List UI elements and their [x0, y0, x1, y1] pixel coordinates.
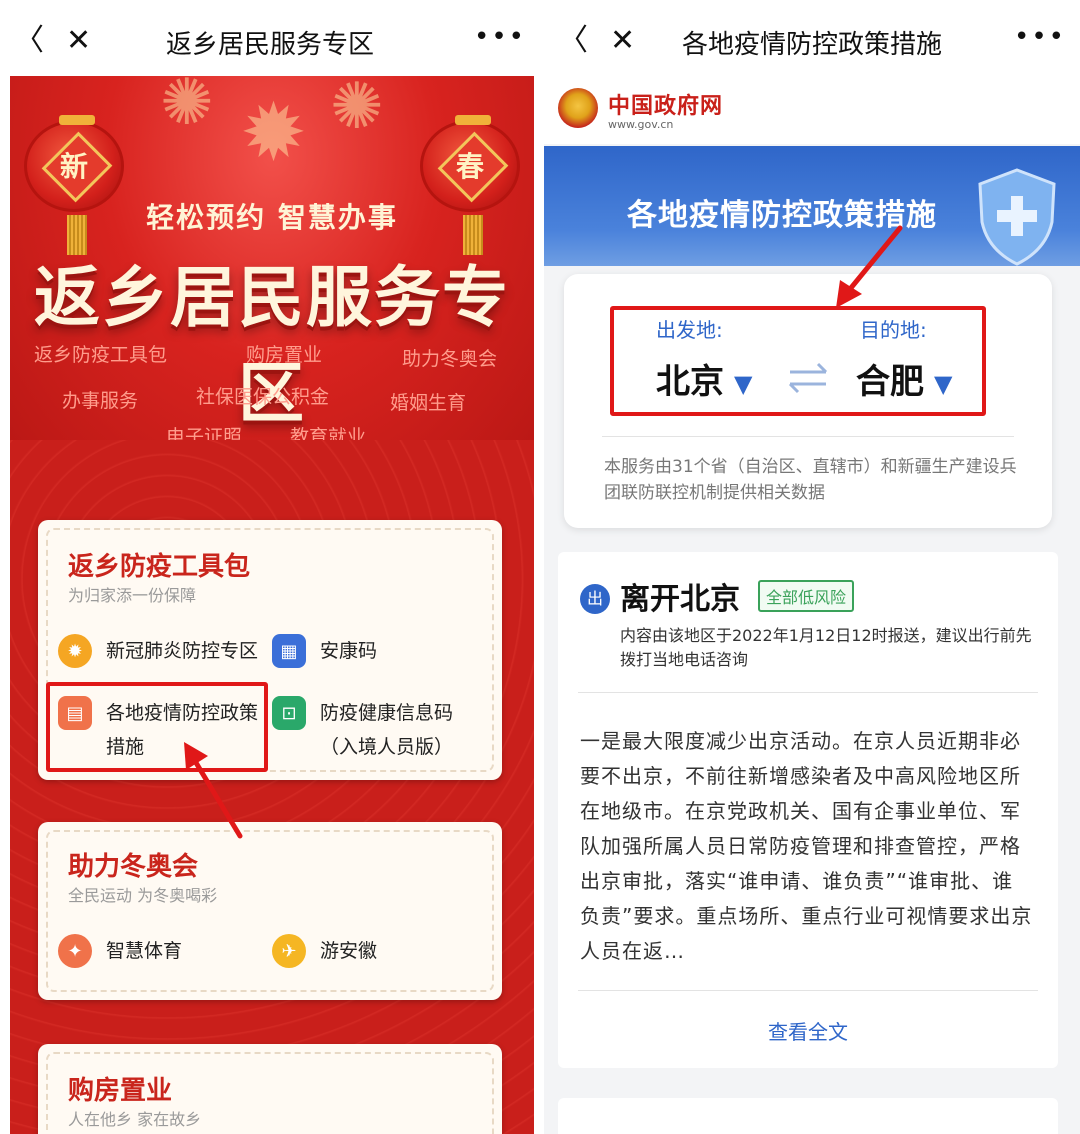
next-info-card [558, 1098, 1058, 1134]
card-subtitle: 为归家添一份保障 [68, 586, 197, 605]
shield-icon [978, 168, 1056, 266]
departure-badge: 出 [580, 584, 610, 614]
gov-site-url: www.gov.cn [608, 118, 674, 131]
firework-decoration-icon: ✹ [240, 86, 308, 179]
tool-label-line2: （入境人员版） [320, 736, 454, 758]
category-link[interactable]: 婚姻生育 [390, 388, 466, 415]
scan-icon: ⊡ [272, 696, 306, 730]
close-icon[interactable]: ✕ [610, 24, 644, 58]
tool-smart-sports[interactable]: ✦ 智慧体育 [58, 934, 182, 968]
more-options-icon[interactable]: ••• [1014, 22, 1066, 52]
divider [602, 436, 1014, 437]
close-icon[interactable]: ✕ [66, 24, 100, 58]
plane-icon: ✈ [272, 934, 306, 968]
left-nav-bar: 〈 ✕ 返乡居民服务专区 ••• [0, 0, 540, 78]
hero-title: 各地疫情防控政策措施 [627, 198, 937, 233]
tool-label: 新冠肺炎防控专区 [106, 640, 259, 662]
back-icon[interactable]: 〈 [14, 24, 48, 58]
card-title: 购房置业 [68, 1076, 173, 1106]
tool-label: 防疫健康信息码 [320, 702, 454, 724]
tool-ankang-code[interactable]: ▦ 安康码 [272, 634, 377, 668]
gear-icon: ✹ [58, 634, 92, 668]
firework-decoration-icon: ✺ [160, 76, 214, 140]
page-title: 各地疫情防控政策措施 [681, 30, 942, 60]
lantern-right-text: 春 [455, 150, 484, 183]
category-link[interactable]: 办事服务 [62, 386, 138, 413]
annotation-arrow-icon [184, 742, 243, 839]
report-note: 内容由该地区于2022年1月12日12时报送，建议出行前先拨打当地电话咨询 [620, 626, 1032, 669]
category-link[interactable]: 社保医保公积金 [196, 382, 329, 409]
tool-label: 智慧体育 [106, 940, 183, 962]
winter-olympics-card: 助力冬奥会 全民运动 为冬奥喝彩 ✦ 智慧体育 ✈ 游安徽 [38, 822, 502, 1000]
category-link[interactable]: 助力冬奥会 [402, 344, 497, 371]
tool-tour-anhui[interactable]: ✈ 游安徽 [272, 934, 377, 968]
card-title: 返乡防疫工具包 [68, 552, 251, 582]
card-subtitle: 人在他乡 家在故乡 [68, 1110, 202, 1129]
back-icon[interactable]: 〈 [558, 24, 592, 58]
right-phone-screen: 〈 ✕ 各地疫情防控政策措施 ••• 中国政府网 www.gov.cn 各地疫情… [544, 0, 1080, 1134]
annotation-arrow-icon [836, 225, 903, 308]
policy-body-text: 一是最大限度减少出京活动。在京人员近期非必要不出京，不前往新增感染者及中高风险地… [580, 729, 1033, 963]
divider [578, 990, 1038, 991]
departure-title: 离开北京 [620, 582, 740, 617]
card-subtitle: 全民运动 为冬奥喝彩 [68, 886, 218, 905]
page-title: 返乡居民服务专区 [165, 30, 374, 60]
gov-site-name[interactable]: 中国政府网 [608, 88, 723, 120]
risk-level-badge: 全部低风险 [758, 580, 855, 612]
highlight-box [610, 306, 986, 416]
service-banner: ✺ ✹ ✺ 新 春 轻松预约 智慧办事 返乡居民服务专区 返乡防疫工具包 购房置… [10, 76, 534, 476]
banner-slogan: 轻松预约 智慧办事 [146, 201, 398, 234]
firework-decoration-icon: ✺ [330, 76, 384, 144]
data-source-note: 本服务由31个省（自治区、直辖市）和新疆生产建设兵团联防联控机制提供相关数据 [604, 457, 1017, 503]
card-title: 助力冬奥会 [68, 852, 199, 882]
gov-header: 中国政府网 www.gov.cn [544, 78, 1080, 144]
divider [578, 692, 1038, 693]
right-nav-bar: 〈 ✕ 各地疫情防控政策措施 ••• [544, 0, 1080, 78]
policy-info-card: 出 离开北京 全部低风险 内容由该地区于2022年1月12日12时报送，建议出行… [558, 552, 1058, 1068]
category-link[interactable]: 购房置业 [246, 340, 322, 367]
policy-hero: 各地疫情防控政策措施 [544, 146, 1080, 266]
tool-label: 安康码 [320, 640, 378, 662]
qr-code-icon: ▦ [272, 634, 306, 668]
left-phone-screen: 〈 ✕ 返乡居民服务专区 ••• ✺ ✹ ✺ 新 春 轻松预约 智慧办事 返乡居… [0, 0, 540, 1134]
runner-icon: ✦ [58, 934, 92, 968]
more-options-icon[interactable]: ••• [474, 22, 526, 52]
category-link[interactable]: 返乡防疫工具包 [34, 340, 167, 367]
housing-card: 购房置业 人在他乡 家在故乡 [38, 1044, 502, 1134]
national-emblem-icon [558, 88, 598, 128]
tool-label: 游安徽 [320, 940, 378, 962]
tool-health-info-code[interactable]: ⊡ 防疫健康信息码 （入境人员版） [272, 696, 453, 764]
lantern-left-text: 新 [59, 150, 88, 183]
route-selector-card: 出发地: 北京 ▼ 目的地: 合肥 ▼ 本服务由31个省（自治区、直辖市）和新疆生产… [564, 274, 1052, 528]
view-full-text-link[interactable]: 查看全文 [558, 1016, 1058, 1045]
tool-covid-zone[interactable]: ✹ 新冠肺炎防控专区 [58, 634, 258, 668]
